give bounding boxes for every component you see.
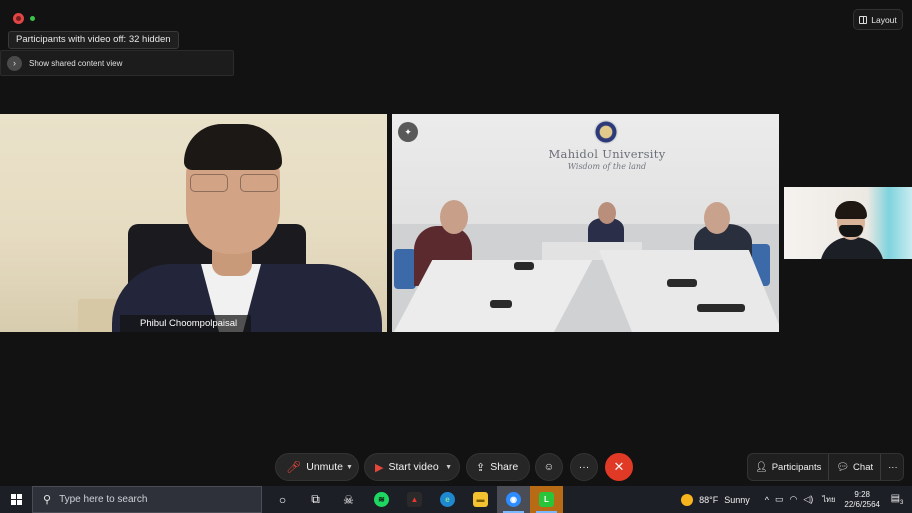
- connection-status-icon: [30, 16, 35, 21]
- share-label: Share: [490, 461, 519, 473]
- shared-content-label: Show shared content view: [29, 58, 123, 68]
- university-motto-sign: Wisdom of the land: [567, 162, 647, 171]
- participant-name-tag: Phibul Choompolpaisal: [120, 315, 252, 332]
- taskbar-clock[interactable]: 9:28 22/6/2564: [844, 490, 880, 510]
- folder-icon: ▬: [473, 492, 488, 507]
- circle-icon: ○: [278, 492, 287, 507]
- chat-icon: 💬︎: [836, 461, 850, 473]
- chat-button[interactable]: 💬︎ Chat: [828, 454, 880, 480]
- leave-meeting-button[interactable]: ✕: [605, 453, 633, 481]
- speaker-hair: [184, 124, 282, 170]
- university-seal-logo: [594, 120, 618, 144]
- taskbar-search[interactable]: ⚲ Type here to search: [32, 486, 262, 513]
- desk-microphone: [697, 304, 745, 312]
- alien-app-icon: ☠: [343, 492, 354, 507]
- start-video-label: Start video: [388, 461, 439, 473]
- zoom-app-icon: ◉: [506, 492, 521, 507]
- windows-taskbar: ⚲ Type here to search ○ ⧉ ☠ ≋ ▲ e ▬ ◉ L …: [0, 486, 912, 513]
- smiley-icon: ☺: [543, 461, 555, 473]
- close-window-icon[interactable]: [13, 13, 24, 24]
- taskbar-app-alien[interactable]: ☠: [332, 486, 365, 513]
- panel-more-button[interactable]: ···: [880, 454, 905, 480]
- pin-icon[interactable]: ✦: [398, 122, 418, 142]
- glasses: [190, 174, 278, 194]
- layout-button[interactable]: Layout: [853, 9, 903, 30]
- search-placeholder: Type here to search: [59, 494, 148, 505]
- spotify-icon: ≋: [374, 492, 389, 507]
- line-app-icon: L: [539, 492, 554, 507]
- participants-label: Participants: [771, 461, 822, 473]
- system-tray: 88°F Sunny ^ ▭ ◠ ◁) ไทย 9:28 22/6/2564 ▤…: [681, 486, 912, 513]
- attendee-center-head: [598, 202, 616, 224]
- taskbar-app-zoom[interactable]: ◉: [497, 486, 530, 513]
- more-icon: ···: [578, 461, 590, 473]
- taskbar-app-explorer[interactable]: ▬: [464, 486, 497, 513]
- desk-microphone: [514, 262, 534, 270]
- chat-label: Chat: [853, 461, 874, 473]
- participant-body: [820, 237, 884, 259]
- unmute-button[interactable]: 🎤︎ Unmute ▼: [275, 453, 359, 481]
- layout-label: Layout: [871, 14, 897, 25]
- show-shared-content-button[interactable]: › Show shared content view: [0, 50, 234, 76]
- taskbar-app-line[interactable]: L: [530, 486, 563, 513]
- desk-microphone: [667, 279, 697, 287]
- task-view-button[interactable]: ⧉: [299, 486, 332, 513]
- video-tile-participant[interactable]: [784, 187, 912, 259]
- wifi-icon[interactable]: ◠: [790, 494, 798, 505]
- mic-off-icon: 🎤︎: [286, 460, 302, 474]
- participants-button[interactable]: 👤︎ Participants: [748, 454, 828, 480]
- taskbar-app-spotify[interactable]: ≋: [365, 486, 398, 513]
- notification-count: 3: [900, 500, 904, 506]
- more-icon: ···: [888, 461, 898, 473]
- audio-options-chevron-icon[interactable]: ▼: [343, 464, 360, 471]
- face-mask: [839, 225, 863, 237]
- battery-icon[interactable]: ▭: [775, 494, 784, 505]
- video-tile-meeting-room[interactable]: Mahidol University Wisdom of the land ✦: [392, 114, 779, 332]
- taskbar-app-edge[interactable]: e: [431, 486, 464, 513]
- taskbar-app-game[interactable]: ▲: [398, 486, 431, 513]
- participants-icon: 👤︎: [755, 461, 768, 473]
- reactions-button[interactable]: ☺: [535, 453, 563, 481]
- hidden-participants-notice: Participants with video off: 32 hidden: [8, 31, 179, 49]
- edge-icon: e: [440, 492, 455, 507]
- clock-time: 9:28: [854, 489, 870, 499]
- close-icon: ✕: [613, 459, 625, 474]
- more-options-button[interactable]: ···: [570, 453, 598, 481]
- input-language[interactable]: ไทย: [822, 494, 835, 506]
- university-name-sign: Mahidol University: [548, 147, 666, 161]
- chevron-right-icon: ›: [7, 55, 22, 71]
- notifications-icon[interactable]: ▤3: [888, 493, 906, 506]
- side-panel-controls: 👤︎ Participants 💬︎ Chat ···: [747, 453, 904, 481]
- chevron-up-icon[interactable]: ^: [765, 495, 769, 505]
- clock-date: 22/6/2564: [844, 499, 880, 509]
- attendee-left-head: [440, 200, 468, 234]
- sun-weather-icon: [681, 493, 694, 506]
- unmute-label: Unmute: [306, 461, 343, 473]
- meeting-window: Participants with video off: 32 hidden ›…: [0, 0, 912, 513]
- video-off-icon: ▶: [375, 461, 384, 474]
- start-button[interactable]: [0, 486, 32, 513]
- desk-microphone: [490, 300, 512, 308]
- share-screen-icon: ⇪: [476, 461, 486, 474]
- search-icon: ⚲: [43, 494, 52, 506]
- room-chair: [394, 249, 416, 289]
- layout-icon: [859, 15, 868, 24]
- participant-hair: [835, 201, 867, 219]
- share-button[interactable]: ⇪ Share: [466, 453, 530, 481]
- windows-logo-icon: [10, 494, 22, 505]
- weather-condition[interactable]: Sunny: [724, 495, 750, 505]
- video-tile-speaker[interactable]: Phibul Choompolpaisal: [0, 114, 387, 332]
- cortana-button[interactable]: ○: [266, 486, 299, 513]
- task-view-icon: ⧉: [311, 492, 320, 506]
- weather-temp[interactable]: 88°F: [699, 495, 718, 505]
- game-app-icon: ▲: [407, 492, 422, 507]
- volume-icon[interactable]: ◁): [803, 494, 813, 505]
- video-options-chevron-icon[interactable]: ▼: [442, 464, 459, 471]
- attendee-right-head: [704, 202, 730, 234]
- start-video-button[interactable]: ▶ Start video ▼: [364, 453, 460, 481]
